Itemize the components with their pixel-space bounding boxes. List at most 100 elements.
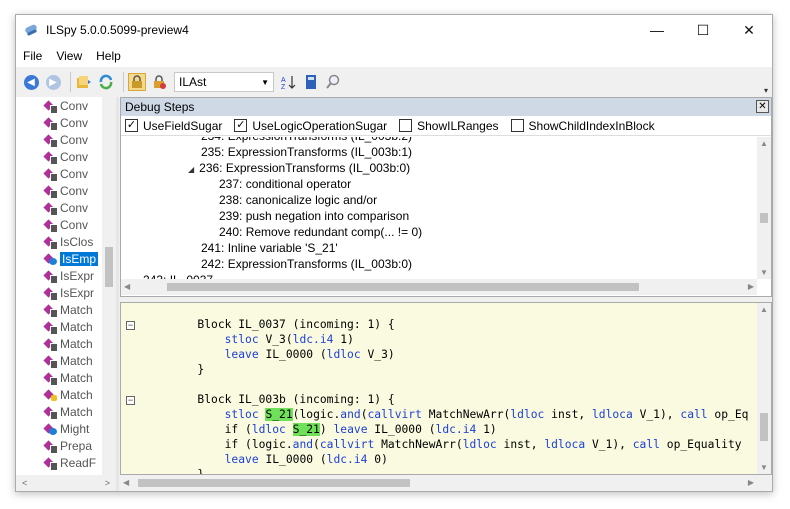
code-keyword: ldloc — [510, 408, 545, 421]
toolbar-separator — [70, 72, 71, 92]
option-uselogicoperationsugar[interactable]: ✓ UseLogicOperationSugar — [234, 119, 387, 133]
debug-step-item[interactable]: 242: ExpressionTransforms (IL_003b:0) — [201, 257, 412, 271]
menu-view[interactable]: View — [49, 49, 89, 63]
debug-step-item[interactable]: 238: canonicalize logic and/or — [219, 193, 377, 207]
checkbox[interactable] — [399, 119, 413, 132]
extension-method-icon — [43, 252, 57, 266]
tree-item[interactable]: Conv — [16, 148, 115, 165]
steps-vertical-scrollbar[interactable]: ▲ ▼ — [757, 137, 771, 279]
scroll-right-icon[interactable]: ▶ — [748, 478, 754, 487]
steps-scroll-thumb[interactable] — [760, 213, 768, 223]
tree-item[interactable]: Match — [16, 369, 115, 386]
checkbox[interactable] — [510, 119, 524, 132]
tree-splitter[interactable] — [116, 97, 119, 491]
checkbox[interactable]: ✓ — [234, 119, 248, 132]
close-button[interactable]: ✕ — [726, 15, 772, 45]
tree-horizontal-scrollbar[interactable]: < > — [16, 475, 116, 491]
debug-step-item[interactable]: ◢ 236: ExpressionTransforms (IL_003b:0) — [188, 161, 410, 175]
tree-item[interactable]: IsExpr — [16, 267, 115, 284]
tree-item[interactable]: Conv — [16, 114, 115, 131]
editor-scroll-thumb[interactable] — [760, 413, 768, 441]
scroll-left-icon[interactable]: ◀ — [124, 282, 130, 291]
back-icon[interactable]: ◀ — [22, 73, 40, 91]
tree-item[interactable]: Conv — [16, 97, 115, 114]
tree-item-label: IsEmp — [60, 251, 99, 266]
tree-item[interactable]: Conv — [16, 131, 115, 148]
method-icon — [43, 150, 58, 165]
open-icon[interactable] — [75, 73, 93, 91]
tree-item[interactable]: Might — [16, 420, 115, 437]
maximize-button[interactable]: ☐ — [680, 15, 726, 45]
scroll-left-icon[interactable]: ◀ — [123, 478, 129, 487]
code-keyword: leave — [224, 453, 259, 466]
code-keyword: call — [680, 408, 708, 421]
show-internal-icon[interactable] — [128, 73, 146, 91]
code-keyword: callvirt — [367, 408, 422, 421]
scroll-up-icon[interactable]: ▲ — [760, 139, 768, 148]
tree-item[interactable]: Match — [16, 318, 115, 335]
editor-horizontal-scrollbar[interactable]: ◀ ▶ — [120, 475, 772, 491]
tree-item-label: Match — [60, 370, 93, 385]
tree-item[interactable]: Conv — [16, 199, 115, 216]
book-icon[interactable] — [302, 73, 320, 91]
tree-item[interactable]: Match — [16, 386, 115, 403]
code-editor[interactable]: } leave IL_0000 (ldc.i4 0) if (logic.and… — [120, 302, 772, 475]
steps-hscroll-thumb[interactable] — [167, 283, 639, 291]
code-text: Block IL_003b (incoming: 1) { — [143, 393, 395, 406]
scroll-down-icon[interactable]: ▼ — [760, 268, 768, 277]
debug-step-item[interactable]: 237: conditional operator — [219, 177, 351, 191]
fold-toggle-icon[interactable]: − — [126, 321, 135, 330]
scroll-down-icon[interactable]: ▼ — [760, 463, 768, 472]
scroll-right-icon[interactable]: > — [105, 478, 110, 488]
option-label: ShowILRanges — [417, 118, 499, 133]
tree-scroll-thumb[interactable] — [105, 247, 113, 287]
editor-vertical-scrollbar[interactable]: ▲ ▼ — [757, 303, 771, 474]
tree-item[interactable]: IsEmp — [16, 250, 115, 267]
tree-item[interactable]: Prepa — [16, 437, 115, 454]
debug-step-item[interactable]: 234: ExpressionTransforms (IL_003b:2) — [201, 137, 412, 143]
fold-toggle-icon[interactable]: − — [126, 396, 135, 405]
code-line: } — [143, 468, 204, 474]
scroll-left-icon[interactable]: < — [22, 478, 27, 488]
expanded-arrow-icon[interactable]: ◢ — [188, 165, 194, 174]
tree-item[interactable]: Match — [16, 335, 115, 352]
scroll-up-icon[interactable]: ▲ — [760, 305, 768, 314]
menu-help[interactable]: Help — [89, 49, 128, 63]
minimize-button[interactable]: — — [634, 15, 680, 45]
menu-file[interactable]: File — [16, 49, 49, 63]
editor-hscroll-thumb[interactable] — [138, 479, 410, 487]
tree-item[interactable]: Match — [16, 352, 115, 369]
tree-item[interactable]: ReadF — [16, 454, 115, 471]
tree-vertical-scrollbar[interactable] — [102, 97, 116, 475]
tree-item[interactable]: IsExpr — [16, 284, 115, 301]
panel-close-button[interactable]: ✕ — [756, 100, 769, 113]
checkbox[interactable]: ✓ — [125, 119, 138, 132]
method-icon — [43, 439, 58, 454]
option-showchildindexinblock[interactable]: ShowChildIndexInBlock — [510, 119, 655, 133]
option-showilranges[interactable]: ShowILRanges — [399, 118, 499, 133]
option-usefieldsugar[interactable]: ✓ UseFieldSugar — [125, 119, 222, 133]
code-line: if (logic.and(callvirt MatchNewArr(ldloc… — [143, 438, 742, 453]
title-bar[interactable]: ILSpy 5.0.0.5099-preview4 — ☐ ✕ — [16, 15, 772, 45]
code-keyword: ldloca — [544, 438, 586, 451]
debug-step-item[interactable]: 240: Remove redundant comp(... != 0) — [219, 225, 422, 239]
forward-icon[interactable]: ▶ — [44, 73, 62, 91]
reload-icon[interactable] — [97, 73, 115, 91]
language-dropdown[interactable]: ILAst ▼ — [174, 72, 274, 92]
tree-item[interactable]: Match — [16, 403, 115, 420]
search-icon[interactable] — [324, 73, 342, 91]
steps-horizontal-scrollbar[interactable]: ◀ ▶ — [121, 279, 757, 295]
code-text: MatchNewArr( — [421, 408, 511, 421]
tree-item[interactable]: Conv — [16, 182, 115, 199]
scroll-right-icon[interactable]: ▶ — [748, 282, 754, 291]
tree-item[interactable]: Conv — [16, 165, 115, 182]
debug-step-item[interactable]: 241: Inline variable 'S_21' — [201, 241, 338, 255]
tree-item[interactable]: IsClos — [16, 233, 115, 250]
sort-icon[interactable]: AZ — [280, 73, 298, 91]
debug-step-item[interactable]: 235: ExpressionTransforms (IL_003b:1) — [201, 145, 412, 159]
toolbar-overflow-icon[interactable]: ▾ — [764, 86, 768, 95]
show-all-icon[interactable] — [150, 73, 168, 91]
debug-step-item[interactable]: 239: push negation into comparison — [219, 209, 409, 223]
tree-item[interactable]: Conv — [16, 216, 115, 233]
tree-item[interactable]: Match — [16, 301, 115, 318]
